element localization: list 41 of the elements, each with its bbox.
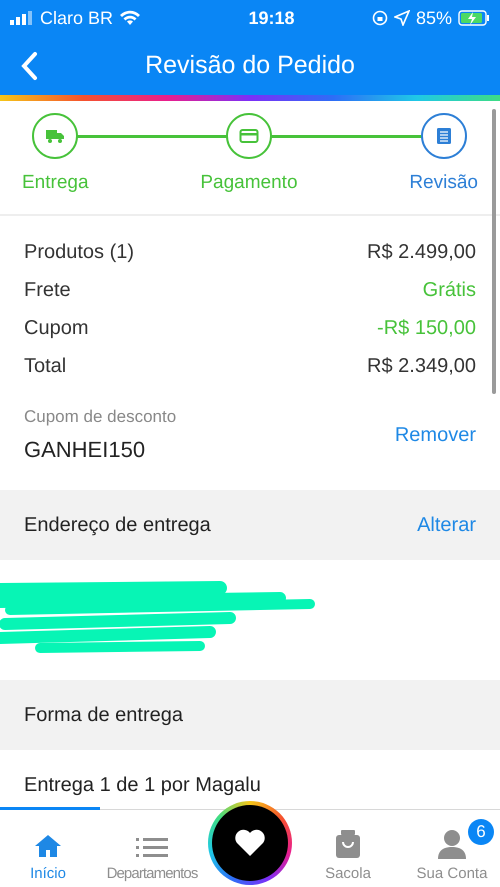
shopping-bag-icon bbox=[334, 829, 362, 859]
summary-label: Frete bbox=[24, 278, 71, 302]
document-icon bbox=[436, 127, 452, 145]
section-title: Endereço de entrega bbox=[24, 513, 211, 538]
summary-label: Total bbox=[24, 354, 66, 378]
signal-icon bbox=[10, 11, 34, 25]
change-address-link[interactable]: Alterar bbox=[417, 510, 476, 540]
page-title: Revisão do Pedido bbox=[145, 50, 355, 81]
summary-value: Grátis bbox=[422, 278, 476, 302]
location-arrow-icon bbox=[394, 10, 410, 26]
battery-charging-icon bbox=[458, 10, 490, 26]
step-label: Pagamento bbox=[200, 171, 298, 195]
step-label: Entrega bbox=[22, 171, 89, 195]
rotation-lock-icon bbox=[372, 10, 388, 26]
back-chevron-icon bbox=[20, 51, 38, 81]
battery-percent: 85% bbox=[416, 6, 452, 30]
summary-label: Produtos (1) bbox=[24, 240, 134, 264]
notification-badge: 6 bbox=[468, 819, 494, 845]
remove-coupon-link[interactable]: Remover bbox=[394, 420, 476, 450]
tab-bar-item[interactable]: Departamentos bbox=[104, 819, 200, 883]
summary-value: R$ 2.349,00 bbox=[367, 354, 476, 378]
carrier-name: Claro BR bbox=[40, 6, 114, 30]
credit-card-icon bbox=[238, 128, 259, 144]
summary-label: Cupom bbox=[24, 316, 88, 340]
section-title: Forma de entrega bbox=[24, 703, 183, 728]
summary-value: R$ 2.499,00 bbox=[367, 240, 476, 264]
delivery-item-title: Entrega 1 de 1 por Magalu bbox=[24, 774, 261, 796]
user-icon bbox=[437, 829, 467, 859]
coupon-code: GANHEI150 bbox=[24, 436, 146, 464]
tab-bar-item[interactable]: Sua Conta 6 bbox=[404, 819, 500, 883]
menu-icon bbox=[136, 837, 168, 859]
tab-bar-item[interactable]: Sacola bbox=[300, 819, 396, 883]
status-time: 19:18 bbox=[248, 6, 295, 30]
heart-icon bbox=[234, 829, 266, 857]
home-icon bbox=[33, 833, 63, 859]
coupon-label: Cupom de desconto bbox=[24, 406, 176, 428]
truck-icon bbox=[45, 128, 66, 144]
tab-bar-item[interactable]: Início bbox=[0, 819, 96, 883]
wifi-icon bbox=[119, 10, 142, 26]
step-label: Revisão bbox=[409, 171, 478, 195]
summary-value: -R$ 150,00 bbox=[377, 316, 476, 340]
